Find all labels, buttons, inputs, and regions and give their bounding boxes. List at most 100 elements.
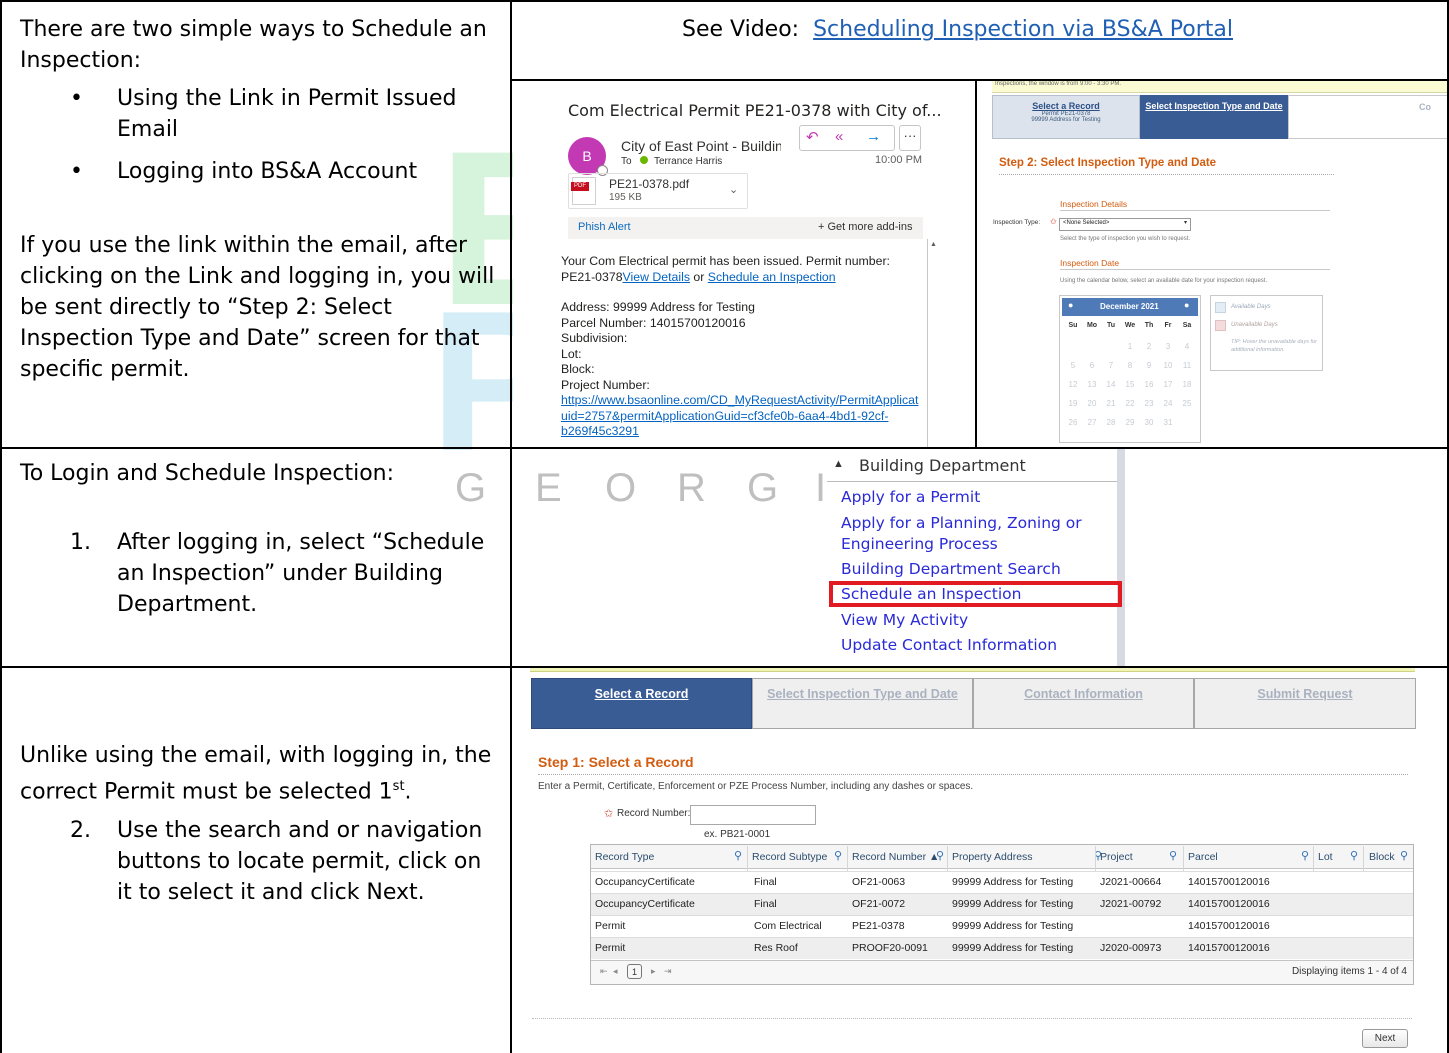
video-link[interactable]: Scheduling Inspection via BS&A Portal — [813, 17, 1233, 42]
calendar-day[interactable]: 25 — [1178, 399, 1196, 408]
tab-select-record[interactable]: Select a Record — [531, 678, 752, 729]
calendar-day[interactable]: 7 — [1102, 361, 1120, 370]
page-number-button[interactable]: 1 — [627, 964, 642, 979]
calendar-day[interactable]: 30 — [1140, 418, 1158, 427]
legend-tip: TIP: Hover the unavailable days for addi… — [1231, 339, 1317, 353]
row3-step-text: Use the search and or navigation buttons… — [117, 818, 483, 905]
chevron-down-icon[interactable]: ⌄ — [729, 183, 738, 196]
heading-rule — [999, 174, 1334, 175]
row2-intro: To Login and Schedule Inspection: — [20, 461, 395, 486]
tab-submit-request[interactable]: Submit Request — [1194, 678, 1416, 729]
tab-select-type-date[interactable]: Select Inspection Type and Date — [1140, 95, 1288, 139]
project-url-line-2[interactable]: uid=2757&permitApplicationGuid=cf3cfe0b-… — [561, 409, 927, 425]
calendar-day[interactable]: 20 — [1083, 399, 1101, 408]
attachment-card[interactable]: PDF PE21-0378.pdf 195 KB ⌄ — [568, 173, 748, 209]
tab-select-record[interactable]: Select a Record Permit PE21-0378 99999 A… — [992, 95, 1140, 139]
column-header[interactable]: Lot — [1318, 848, 1333, 866]
filter-search-icon[interactable]: ⚲ — [1301, 849, 1309, 862]
phish-alert-button[interactable]: Phish Alert — [578, 221, 631, 233]
calendar-day[interactable]: 8 — [1121, 361, 1139, 370]
prev-page-icon[interactable]: ◂ — [613, 966, 618, 977]
calendar-day[interactable]: 1 — [1121, 342, 1139, 351]
filter-search-icon[interactable]: ⚲ — [734, 849, 742, 862]
menu-view-activity[interactable]: View My Activity — [841, 611, 968, 629]
column-header[interactable]: Block — [1369, 848, 1395, 866]
calendar-day[interactable]: 11 — [1178, 361, 1196, 370]
calendar-day[interactable]: 21 — [1102, 399, 1120, 408]
calendar-day[interactable]: 17 — [1159, 380, 1177, 389]
calendar-day[interactable]: 12 — [1064, 380, 1082, 389]
column-header[interactable]: Record Subtype — [752, 848, 827, 866]
filter-search-icon[interactable]: ⚲ — [834, 849, 842, 862]
next-page-icon[interactable]: ▸ — [651, 966, 656, 977]
tab-contact-information[interactable]: Contact Information — [973, 678, 1194, 729]
filter-search-icon[interactable]: ⚲ — [1169, 849, 1177, 862]
inspection-type-select[interactable]: <None Selected> ▾ — [1059, 218, 1191, 231]
column-header[interactable]: Parcel — [1188, 848, 1218, 866]
calendar-day[interactable]: 28 — [1102, 418, 1120, 427]
scroll-up-icon[interactable]: ▲ — [930, 241, 937, 248]
filter-search-icon[interactable]: ⚲ — [1350, 849, 1358, 862]
calendar-day[interactable]: 22 — [1121, 399, 1139, 408]
reply-all-icon[interactable]: « — [835, 128, 843, 145]
calendar-day[interactable]: 19 — [1064, 399, 1082, 408]
table-cell: Com Electrical — [754, 920, 822, 932]
calendar-day[interactable]: 29 — [1121, 418, 1139, 427]
schedule-inspection-link[interactable]: Schedule an Inspection — [708, 270, 836, 284]
menu-building-search[interactable]: Building Department Search — [841, 560, 1061, 578]
calendar-day[interactable]: 31 — [1159, 418, 1177, 427]
record-number-input[interactable] — [690, 805, 816, 825]
column-header[interactable]: Property Address — [952, 848, 1033, 866]
calendar-day[interactable]: 23 — [1140, 399, 1158, 408]
avatar-initial: B — [582, 148, 592, 164]
reply-icon[interactable]: ↶ — [806, 128, 819, 146]
calendar-day[interactable]: 6 — [1083, 361, 1101, 370]
calendar-day[interactable]: 18 — [1178, 380, 1196, 389]
column-header[interactable]: Record Number ▲ — [852, 848, 939, 866]
column-header[interactable]: Record Type — [595, 848, 654, 866]
menu-apply-planning-2[interactable]: Engineering Process — [841, 535, 998, 553]
calendar-day[interactable]: 5 — [1064, 361, 1082, 370]
table-cell: J2021-00664 — [1100, 876, 1162, 888]
calendar-day[interactable]: 14 — [1102, 380, 1120, 389]
prev-month-icon[interactable]: ● — [1068, 300, 1073, 310]
table-cell: J2020-00973 — [1100, 942, 1162, 954]
calendar-day[interactable]: 3 — [1159, 342, 1177, 351]
column-header[interactable]: Project — [1100, 848, 1133, 866]
type-help: Select the type of inspection you wish t… — [1060, 236, 1191, 242]
menu-apply-permit[interactable]: Apply for a Permit — [841, 488, 980, 506]
calendar-day[interactable]: 24 — [1159, 399, 1177, 408]
menu-update-contact[interactable]: Update Contact Information — [841, 636, 1057, 654]
calendar-day[interactable]: 26 — [1064, 418, 1082, 427]
attachment-name: PE21-0378.pdf — [609, 177, 690, 191]
calendar-day[interactable]: 9 — [1140, 361, 1158, 370]
calendar-day[interactable]: 27 — [1083, 418, 1101, 427]
tab-contact[interactable]: Co — [1288, 95, 1447, 139]
next-button[interactable]: Next — [1362, 1029, 1408, 1048]
legend-available: Available Days — [1231, 304, 1271, 310]
filter-search-icon[interactable]: ⚲ — [1400, 849, 1408, 862]
first-page-icon[interactable]: ⇤ — [600, 966, 608, 977]
email-scrollbar[interactable]: ▲ — [927, 239, 937, 447]
view-details-link[interactable]: View Details — [623, 270, 690, 284]
calendar-day[interactable]: 15 — [1121, 380, 1139, 389]
calendar-day[interactable]: 2 — [1140, 342, 1158, 351]
filter-search-icon[interactable]: ⚲ — [936, 849, 944, 862]
or-text: or — [693, 269, 705, 284]
menu-apply-planning-1[interactable]: Apply for a Planning, Zoning or — [841, 514, 1082, 532]
next-month-icon[interactable]: ● — [1184, 300, 1189, 310]
weekday-label: Mo — [1086, 322, 1098, 329]
tab-select-type-date[interactable]: Select Inspection Type and Date — [752, 678, 973, 729]
calendar-day[interactable]: 13 — [1083, 380, 1101, 389]
last-page-icon[interactable]: ⇥ — [664, 966, 672, 977]
forward-icon[interactable]: → — [866, 128, 881, 145]
collapse-icon[interactable]: ▲ — [833, 458, 844, 470]
calendar-day[interactable]: 16 — [1140, 380, 1158, 389]
get-addins-button[interactable]: + Get more add-ins — [818, 221, 912, 233]
calendar-day[interactable]: 10 — [1159, 361, 1177, 370]
calendar-day[interactable]: 4 — [1178, 342, 1196, 351]
project-url-line-1[interactable]: https://www.bsaonline.com/CD_MyRequestAc… — [561, 393, 927, 409]
menu-schedule-inspection[interactable]: Schedule an Inspection — [841, 585, 1021, 603]
project-url-line-3[interactable]: b269f45c3291 — [561, 424, 927, 440]
more-actions-button[interactable]: ··· — [899, 125, 921, 151]
